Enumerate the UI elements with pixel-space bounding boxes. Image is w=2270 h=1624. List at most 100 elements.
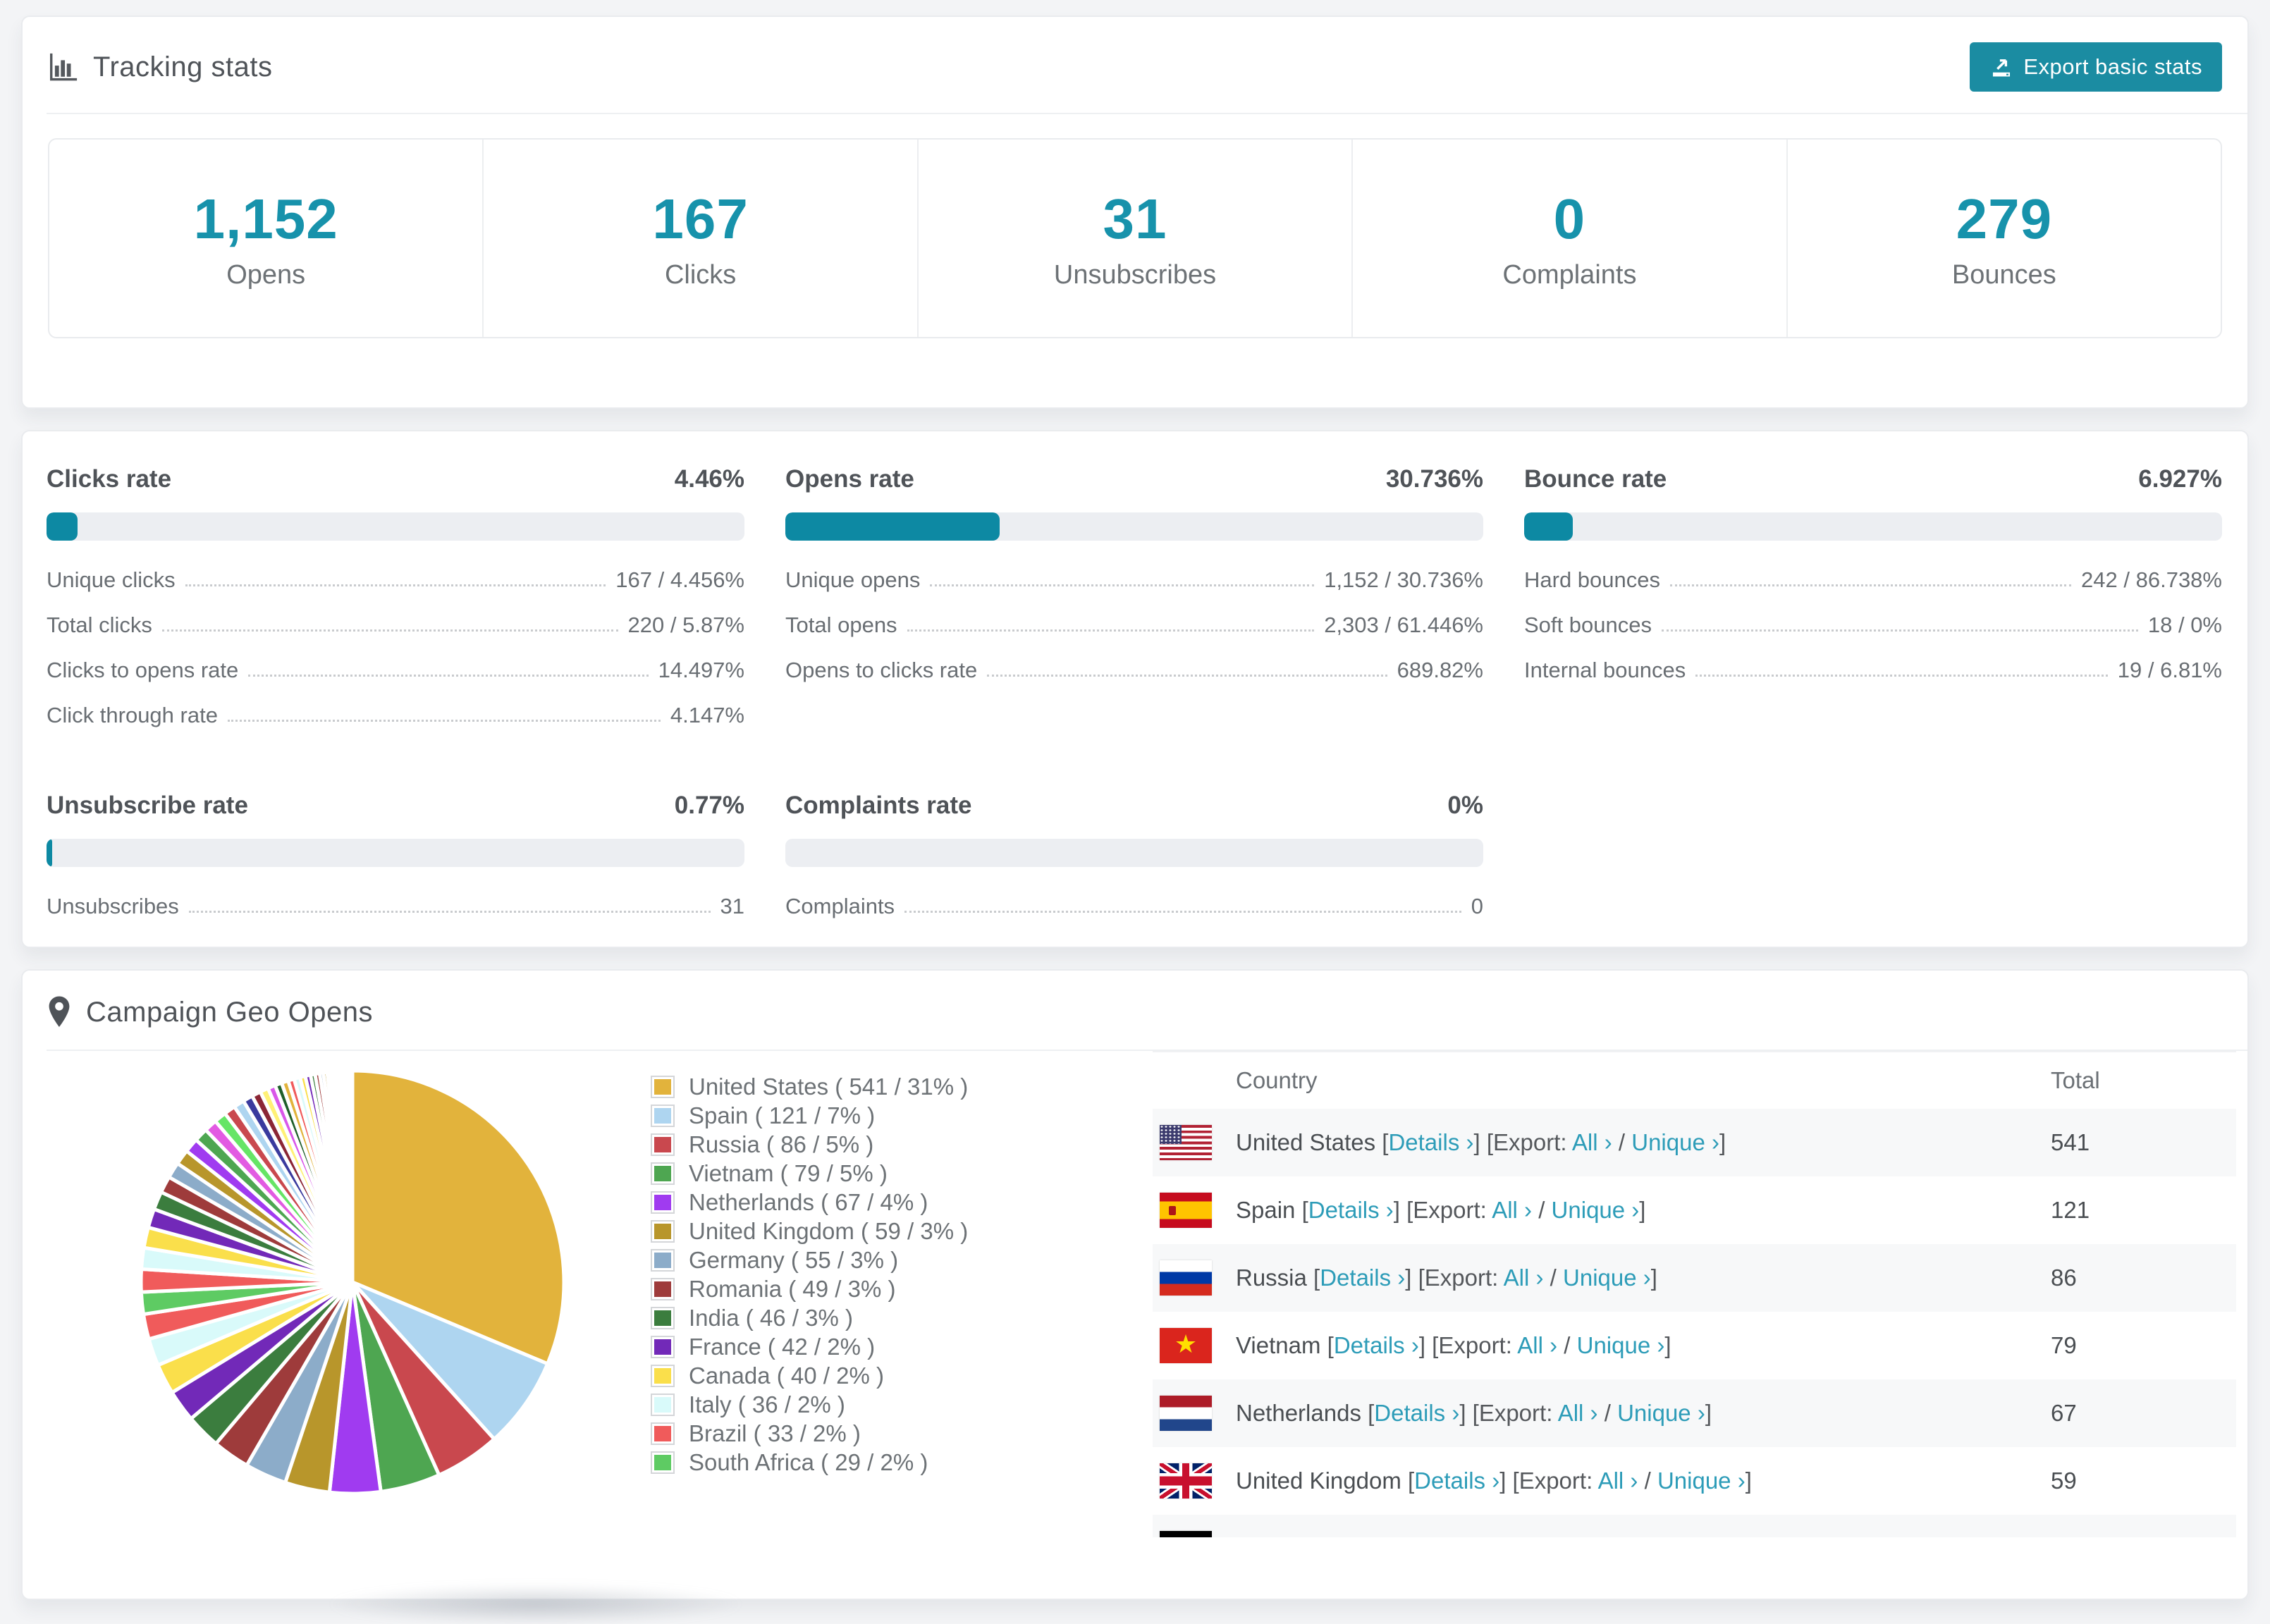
legend-item: India ( 46 / 3% ): [650, 1303, 968, 1332]
export-all-link[interactable]: All ›: [1528, 1535, 1568, 1537]
rate-row-value: 242 / 86.738%: [2081, 567, 2222, 592]
complaints-rate-value: 0%: [1447, 792, 1483, 819]
export-button-label: Export basic stats: [2023, 54, 2202, 79]
legend-item: Spain ( 121 / 7% ): [650, 1101, 968, 1130]
export-unique-link[interactable]: Unique ›: [1563, 1265, 1651, 1291]
geo-legend: United States ( 541 / 31% ) Spain ( 121 …: [650, 1072, 968, 1477]
export-basic-stats-button[interactable]: Export basic stats: [1970, 42, 2222, 92]
legend-label: Netherlands ( 67 / 4% ): [689, 1188, 928, 1215]
export-all-link[interactable]: All ›: [1492, 1197, 1532, 1223]
stat-label: Bounces: [1951, 259, 2056, 290]
country-row: United Kingdom [Details ›] [Export: All …: [1153, 1447, 2236, 1515]
bounce-rate-value: 6.927%: [2138, 465, 2222, 493]
stat-label: Opens: [226, 259, 306, 290]
details-link[interactable]: Details ›: [1374, 1400, 1459, 1426]
clicks-rate-title: Clicks rate: [47, 465, 172, 493]
country-cell: United Kingdom [Details ›] [Export: All …: [1236, 1468, 1752, 1494]
country-row: Netherlands [Details ›] [Export: All › /…: [1153, 1379, 2236, 1447]
scrollbar-shadow: [331, 1585, 740, 1624]
details-link[interactable]: Details ›: [1308, 1197, 1394, 1223]
export-all-link[interactable]: All ›: [1504, 1265, 1544, 1291]
country-total: 67: [2051, 1400, 2077, 1426]
rate-detail-row: Clicks to opens rate 14.497%: [47, 658, 744, 683]
country-total: 79: [2051, 1332, 2077, 1358]
page-title: Tracking stats: [93, 51, 273, 82]
rate-row-label: Total opens: [785, 613, 897, 637]
country-total: 86: [2051, 1265, 2077, 1291]
stat-card: 1,152 Opens: [49, 140, 484, 337]
rate-row-value: 0: [1471, 894, 1483, 918]
stat-card: 279 Bounces: [1788, 140, 2221, 337]
dotted-leader: [930, 584, 1315, 586]
es-flag-icon: [1160, 1193, 1212, 1228]
tracking-stats-panel: Tracking stats Export basic stats 1,152 …: [21, 16, 2249, 409]
export-unique-link[interactable]: Unique ›: [1552, 1197, 1640, 1223]
header-divider: [47, 113, 2247, 114]
geo-opens-title: Campaign Geo Opens: [86, 996, 374, 1028]
export-unique-link[interactable]: Unique ›: [1588, 1535, 1676, 1537]
export-all-link[interactable]: All ›: [1517, 1332, 1557, 1358]
export-unique-link[interactable]: Unique ›: [1631, 1129, 1719, 1155]
legend-swatch: [652, 1221, 673, 1241]
gb-flag-icon: [1160, 1463, 1212, 1499]
total-column-header: Total: [2051, 1067, 2100, 1093]
legend-swatch: [652, 1105, 673, 1126]
legend-item: Germany ( 55 / 3% ): [650, 1245, 968, 1274]
opens-rate-section: Opens rate 30.736% Unique opens 1,152 / …: [785, 465, 1483, 748]
complaints-rate-title: Complaints rate: [785, 792, 972, 819]
country-cell: Netherlands [Details ›] [Export: All › /…: [1236, 1400, 1712, 1426]
geo-country-table: Country Total United States [Details ›] …: [1153, 1051, 2236, 1537]
dotted-leader: [185, 584, 606, 586]
export-all-link[interactable]: All ›: [1598, 1468, 1638, 1494]
rate-row-label: Clicks to opens rate: [47, 658, 239, 682]
clicks-rate-value: 4.46%: [674, 465, 744, 493]
stat-value: 31: [1103, 187, 1167, 250]
us-flag-icon: [1160, 1125, 1212, 1160]
legend-item: United States ( 541 / 31% ): [650, 1072, 968, 1101]
geo-pie-chart[interactable]: [134, 1064, 571, 1501]
stat-card: 167 Clicks: [484, 140, 919, 337]
rates-panel: Clicks rate 4.46% Unique clicks 167 / 4.…: [21, 430, 2249, 948]
rate-row-value: 4.147%: [670, 703, 744, 727]
unsubscribe-rate-title: Unsubscribe rate: [47, 792, 248, 819]
rate-row-label: Unique opens: [785, 567, 921, 592]
country-total: 59: [2051, 1468, 2077, 1494]
rate-row-label: Opens to clicks rate: [785, 658, 978, 682]
details-link[interactable]: Details ›: [1388, 1129, 1473, 1155]
dotted-leader: [907, 629, 1315, 632]
export-unique-link[interactable]: Unique ›: [1617, 1400, 1705, 1426]
legend-swatch: [652, 1452, 673, 1472]
rate-detail-row: Complaints 0: [785, 894, 1483, 919]
details-link[interactable]: Details ›: [1334, 1332, 1419, 1358]
rate-row-label: Hard bounces: [1524, 567, 1661, 592]
rate-row-value: 220 / 5.87%: [627, 613, 744, 637]
stat-card: 31 Unsubscribes: [919, 140, 1354, 337]
legend-item: Romania ( 49 / 3% ): [650, 1274, 968, 1303]
legend-item: Russia ( 86 / 5% ): [650, 1130, 968, 1159]
export-unique-link[interactable]: Unique ›: [1577, 1332, 1665, 1358]
export-unique-link[interactable]: Unique ›: [1657, 1468, 1746, 1494]
rate-detail-row: Click through rate 4.147%: [47, 703, 744, 728]
legend-swatch: [652, 1192, 673, 1212]
country-total: 541: [2051, 1129, 2090, 1155]
legend-label: South Africa ( 29 / 2% ): [689, 1448, 928, 1475]
details-link[interactable]: Details ›: [1344, 1535, 1430, 1537]
rate-row-label: Soft bounces: [1524, 613, 1652, 637]
legend-swatch: [652, 1076, 673, 1097]
opens-rate-title: Opens rate: [785, 465, 914, 493]
details-link[interactable]: Details ›: [1320, 1265, 1405, 1291]
country-row: Germany [Details ›] [Export: All › / Uni…: [1153, 1515, 2236, 1537]
bar-chart-icon: [47, 51, 79, 83]
rate-row-value: 167 / 4.456%: [615, 567, 744, 592]
dotted-leader: [1670, 584, 2072, 586]
rate-row-value: 14.497%: [658, 658, 744, 682]
bounce-rate-title: Bounce rate: [1524, 465, 1667, 493]
details-link[interactable]: Details ›: [1414, 1468, 1499, 1494]
legend-item: France ( 42 / 2% ): [650, 1332, 968, 1361]
unsubscribe-rate-value: 0.77%: [674, 792, 744, 819]
country-cell: Vietnam [Details ›] [Export: All › / Uni…: [1236, 1332, 1671, 1358]
export-all-link[interactable]: All ›: [1558, 1400, 1598, 1426]
opens-rate-value: 30.736%: [1385, 465, 1483, 493]
rate-row-value: 689.82%: [1397, 658, 1483, 682]
export-all-link[interactable]: All ›: [1572, 1129, 1612, 1155]
